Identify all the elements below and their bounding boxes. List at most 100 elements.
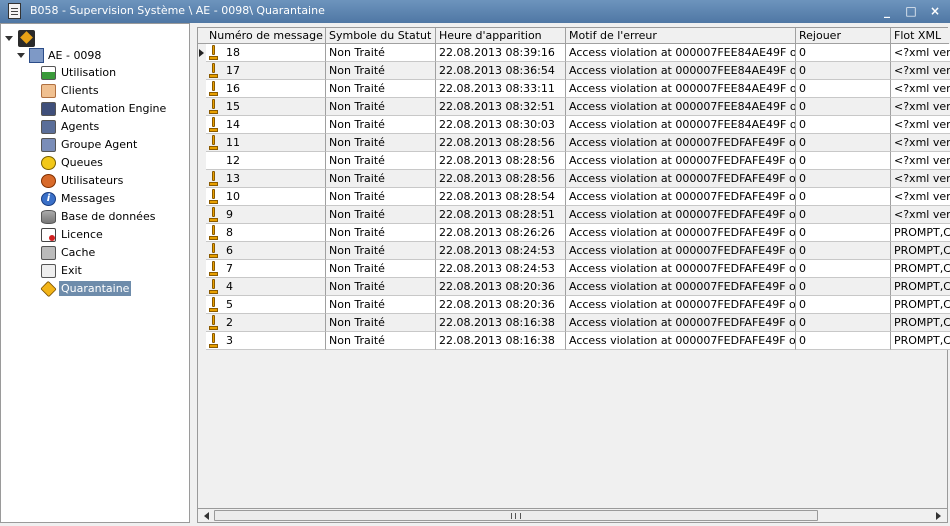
cell-xml[interactable]: <?xml version (891, 134, 950, 152)
cell-message-number[interactable]: 12 (206, 152, 326, 170)
cell-time[interactable]: 22.08.2013 08:20:36 (436, 296, 566, 314)
cell-message-number[interactable]: 3 (206, 332, 326, 350)
cell-xml[interactable]: PROMPT,Clien (891, 224, 950, 242)
cell-time[interactable]: 22.08.2013 08:39:16 (436, 44, 566, 62)
cell-time[interactable]: 22.08.2013 08:20:36 (436, 278, 566, 296)
cell-xml[interactable]: PROMPT,Clien (891, 332, 950, 350)
cell-status[interactable]: Non Traité (326, 98, 436, 116)
column-header-status[interactable]: Symbole du Statut (326, 28, 436, 43)
cell-status[interactable]: Non Traité (326, 296, 436, 314)
scroll-left-arrow-icon[interactable] (200, 509, 213, 522)
cell-message-number[interactable]: 18 (206, 44, 326, 62)
cell-replay[interactable]: 0 (796, 116, 891, 134)
column-header-replay[interactable]: Rejouer (796, 28, 891, 43)
cell-status[interactable]: Non Traité (326, 116, 436, 134)
cell-message-number[interactable]: 4 (206, 278, 326, 296)
cell-reason[interactable]: Access violation at 000007FEE84AE49F on … (566, 44, 796, 62)
cell-xml[interactable]: <?xml version (891, 98, 950, 116)
cell-reason[interactable]: Access violation at 000007FEDFAFE49F on … (566, 260, 796, 278)
cell-status[interactable]: Non Traité (326, 44, 436, 62)
cell-time[interactable]: 22.08.2013 08:36:54 (436, 62, 566, 80)
cell-time[interactable]: 22.08.2013 08:30:03 (436, 116, 566, 134)
cell-status[interactable]: Non Traité (326, 206, 436, 224)
table-row[interactable]: 14 Non Traité 22.08.2013 08:30:03 Access vi… (206, 116, 950, 134)
table-row[interactable]: 8 Non Traité 22.08.2013 08:26:26 Access vio… (206, 224, 950, 242)
cell-message-number[interactable]: 9 (206, 206, 326, 224)
cell-time[interactable]: 22.08.2013 08:28:54 (436, 188, 566, 206)
cell-time[interactable]: 22.08.2013 08:24:53 (436, 242, 566, 260)
cell-status[interactable]: Non Traité (326, 62, 436, 80)
scrollbar-thumb[interactable] (214, 510, 818, 521)
cell-reason[interactable]: Access violation at 000007FEE84AE49F on … (566, 62, 796, 80)
cell-reason[interactable]: Access violation at 000007FEDFAFE49F on … (566, 278, 796, 296)
cell-status[interactable]: Non Traité (326, 242, 436, 260)
column-header-xml[interactable]: Flot XML (891, 28, 949, 43)
cell-reason[interactable]: Access violation at 000007FEDFAFE49F on … (566, 134, 796, 152)
cell-reason[interactable]: Access violation at 000007FEDFAFE49F on … (566, 296, 796, 314)
table-row[interactable]: 17 Non Traité 22.08.2013 08:36:54 Access vi… (206, 62, 950, 80)
cell-replay[interactable]: 0 (796, 80, 891, 98)
cell-xml[interactable]: <?xml version (891, 80, 950, 98)
table-row[interactable]: 2 Non Traité 22.08.2013 08:16:38 Access vio… (206, 314, 950, 332)
cell-message-number[interactable]: 17 (206, 62, 326, 80)
cell-status[interactable]: Non Traité (326, 170, 436, 188)
cell-xml[interactable]: PROMPT,Clien (891, 296, 950, 314)
table-row[interactable]: 18 Non Traité 22.08.2013 08:39:16 Access vi… (199, 44, 950, 62)
table-row[interactable]: 16 Non Traité 22.08.2013 08:33:11 Access vi… (206, 80, 950, 98)
cell-replay[interactable]: 0 (796, 332, 891, 350)
cell-xml[interactable]: PROMPT,Clien (891, 314, 950, 332)
table-row[interactable]: 3 Non Traité 22.08.2013 08:16:38 Access vio… (206, 332, 950, 350)
cell-reason[interactable]: Access violation at 000007FEDFAFE49F on … (566, 152, 796, 170)
cell-reason[interactable]: Access violation at 000007FEDFAFE49F on … (566, 206, 796, 224)
cell-message-number[interactable]: 5 (206, 296, 326, 314)
cell-reason[interactable]: Access violation at 000007FEE84AE49F on … (566, 80, 796, 98)
collapse-root-icon[interactable] (5, 36, 13, 41)
cell-replay[interactable]: 0 (796, 296, 891, 314)
cell-time[interactable]: 22.08.2013 08:28:51 (436, 206, 566, 224)
cell-message-number[interactable]: 6 (206, 242, 326, 260)
table-row[interactable]: 6 Non Traité 22.08.2013 08:24:53 Access vio… (206, 242, 950, 260)
cell-xml[interactable]: <?xml version (891, 170, 950, 188)
cell-message-number[interactable]: 10 (206, 188, 326, 206)
cell-status[interactable]: Non Traité (326, 80, 436, 98)
column-header-message-number[interactable]: Numéro de message (206, 28, 326, 43)
cell-reason[interactable]: Access violation at 000007FEE84AE49F on … (566, 98, 796, 116)
cell-time[interactable]: 22.08.2013 08:16:38 (436, 332, 566, 350)
cell-replay[interactable]: 0 (796, 224, 891, 242)
collapse-node-icon[interactable] (17, 53, 25, 58)
cell-status[interactable]: Non Traité (326, 260, 436, 278)
cell-message-number[interactable]: 14 (206, 116, 326, 134)
cell-time[interactable]: 22.08.2013 08:32:51 (436, 98, 566, 116)
cell-replay[interactable]: 0 (796, 98, 891, 116)
table-row[interactable]: 13 Non Traité 22.08.2013 08:28:56 Access vi… (206, 170, 950, 188)
table-row[interactable]: 5 Non Traité 22.08.2013 08:20:36 Access vio… (206, 296, 950, 314)
cell-status[interactable]: Non Traité (326, 134, 436, 152)
table-row[interactable]: 11 Non Traité 22.08.2013 08:28:56 Access vi… (206, 134, 950, 152)
cell-status[interactable]: Non Traité (326, 278, 436, 296)
cell-xml[interactable]: PROMPT,Clien (891, 242, 950, 260)
cell-replay[interactable]: 0 (796, 314, 891, 332)
table-row[interactable]: 15 Non Traité 22.08.2013 08:32:51 Access vi… (206, 98, 950, 116)
cell-xml[interactable]: <?xml version (891, 152, 950, 170)
cell-replay[interactable]: 0 (796, 170, 891, 188)
horizontal-scrollbar[interactable] (197, 508, 948, 523)
cell-xml[interactable]: <?xml version (891, 116, 950, 134)
column-header-reason[interactable]: Motif de l'erreur (566, 28, 796, 43)
cell-xml[interactable]: PROMPT,Clien (891, 260, 950, 278)
cell-message-number[interactable]: 15 (206, 98, 326, 116)
cell-replay[interactable]: 0 (796, 260, 891, 278)
cell-status[interactable]: Non Traité (326, 314, 436, 332)
cell-reason[interactable]: Access violation at 000007FEDFAFE49F on … (566, 224, 796, 242)
table-row[interactable]: 10 Non Traité 22.08.2013 08:28:54 Access vi… (206, 188, 950, 206)
cell-replay[interactable]: 0 (796, 152, 891, 170)
pane-splitter[interactable] (190, 23, 197, 526)
minimize-button[interactable]: _ (878, 2, 896, 20)
cell-time[interactable]: 22.08.2013 08:28:56 (436, 134, 566, 152)
cell-time[interactable]: 22.08.2013 08:26:26 (436, 224, 566, 242)
cell-xml[interactable]: <?xml version (891, 62, 950, 80)
cell-reason[interactable]: Access violation at 000007FEDFAFE49F on … (566, 314, 796, 332)
table-row[interactable]: 12 Non Traité 22.08.2013 08:28:56 Access vi… (206, 152, 950, 170)
cell-xml[interactable]: <?xml version (891, 206, 950, 224)
cell-status[interactable]: Non Traité (326, 224, 436, 242)
cell-xml[interactable]: <?xml version (891, 44, 950, 62)
